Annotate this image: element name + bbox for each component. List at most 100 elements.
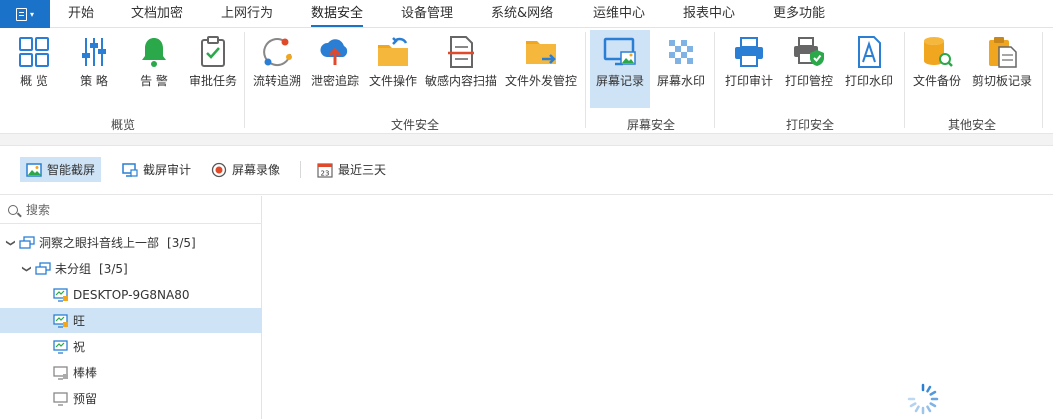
sliders-icon (82, 38, 106, 66)
tool-label: 屏幕水印 (656, 74, 705, 88)
flow-trace-icon (263, 38, 292, 66)
print-watermark-icon (858, 36, 881, 68)
computer-online-locked-icon (53, 287, 68, 302)
group-divider (904, 32, 905, 128)
tree-computer-node[interactable]: 祝 (0, 334, 262, 359)
clipboard-icon (989, 37, 1017, 68)
group-label-print-security: 打印安全 (785, 118, 834, 132)
tool-label: 泄密追踪 (310, 74, 359, 88)
tool-label: 文件外发管控 (504, 74, 577, 88)
chevron-down-icon[interactable]: ❯ (21, 263, 31, 275)
tool-file-operations[interactable]: 文件操作 (364, 30, 422, 108)
group-divider (714, 32, 715, 128)
menu-device-management[interactable]: 设备管理 (401, 0, 453, 28)
calendar-day: 23 (321, 169, 330, 177)
menu-more-features[interactable]: 更多功能 (773, 0, 825, 28)
tool-label: 策 略 (80, 74, 108, 88)
search-input[interactable] (26, 200, 251, 220)
tool-label: 文件备份 (912, 74, 961, 88)
menu-doc-encryption[interactable]: 文档加密 (131, 0, 183, 28)
screenshot-audit-button[interactable]: 截屏审计 (116, 157, 197, 182)
tool-sensitive-content-scan[interactable]: 敏感内容扫描 (422, 30, 500, 108)
document-scan-icon (448, 36, 474, 68)
tool-clipboard-record[interactable]: 剪切板记录 (968, 30, 1036, 108)
tool-label: 屏幕记录 (595, 74, 644, 88)
database-search-icon (924, 37, 953, 67)
group-label-other-security: 其他安全 (947, 118, 996, 132)
date-range-label: 最近三天 (338, 163, 387, 177)
tool-flow-trace[interactable]: 流转追溯 (248, 30, 306, 108)
loading-spinner-icon (907, 383, 939, 415)
screenshot-audit-label: 截屏审计 (143, 163, 192, 177)
calendar-icon: 23 (317, 162, 333, 178)
tool-label: 剪切板记录 (971, 74, 1032, 88)
tool-label: 流转追溯 (252, 74, 301, 88)
chevron-down-icon[interactable]: ❯ (5, 237, 15, 249)
computer-label: 祝 (73, 340, 86, 354)
tool-print-control[interactable]: 打印管控 (780, 30, 838, 108)
search-bar (0, 196, 262, 224)
tree-computer-node[interactable]: 旺 (0, 308, 262, 333)
menu-ops-center[interactable]: 运维中心 (593, 0, 645, 28)
folder-send-icon (526, 41, 556, 64)
menu-start[interactable]: 开始 (68, 0, 94, 28)
tool-print-watermark[interactable]: 打印水印 (840, 30, 898, 108)
tool-overview[interactable]: 概 览 (4, 30, 64, 108)
tree-root-label: 洞察之眼抖音线上一部 (39, 236, 160, 250)
image-icon (26, 162, 42, 177)
search-icon (8, 205, 18, 215)
tool-policy[interactable]: 策 略 (64, 30, 124, 108)
screen-recording-button[interactable]: 屏幕录像 (205, 157, 286, 182)
computer-label: 旺 (73, 314, 86, 328)
printer-icon (735, 37, 763, 67)
date-range-button[interactable]: 23 最近三天 (311, 157, 392, 182)
computer-offline-icon (53, 365, 68, 380)
tool-label: 打印审计 (724, 74, 773, 88)
tool-label: 审批任务 (188, 74, 237, 88)
group-label-screen-security: 屏幕安全 (626, 118, 675, 132)
menu-data-security[interactable]: 数据安全 (311, 0, 364, 28)
tree-computer-node[interactable]: 预留 (0, 386, 262, 411)
computer-offline-icon (53, 391, 68, 406)
tool-screen-record[interactable]: 屏幕记录 (590, 30, 650, 108)
tree-root-count: [3/5] (167, 235, 196, 250)
network-group-icon (35, 261, 51, 275)
tool-label: 敏感内容扫描 (424, 74, 497, 88)
tree-group-node[interactable]: ❯ 未分组 [3/5] (0, 256, 262, 281)
smart-screenshot-label: 智能截屏 (47, 163, 96, 177)
toolbar-divider (300, 161, 301, 178)
tool-leak-tracking[interactable]: 泄密追踪 (306, 30, 364, 108)
group-divider (244, 32, 245, 128)
tool-label: 文件操作 (368, 74, 417, 88)
tool-label: 告 警 (140, 74, 168, 88)
tree-group-label: 未分组 (55, 262, 92, 276)
tool-print-audit[interactable]: 打印审计 (720, 30, 778, 108)
bell-icon (142, 38, 166, 67)
menu-system-network[interactable]: 系统&网络 (491, 0, 553, 28)
tree-root-node[interactable]: ❯ 洞察之眼抖音线上一部 [3/5] (0, 230, 262, 255)
tool-alert[interactable]: 告 警 (124, 30, 184, 108)
tree-computer-node[interactable]: 棒棒 (0, 360, 262, 385)
group-divider (585, 32, 586, 128)
tree-group-count: [3/5] (99, 261, 128, 276)
ribbon-bottom-strip (0, 134, 1053, 146)
grid-icon (19, 37, 49, 67)
tree-computer-node[interactable]: DESKTOP-9G8NA80 (0, 282, 262, 307)
tool-screen-watermark[interactable]: 屏幕水印 (652, 30, 710, 108)
ribbon: 概 览 策 略 告 警 审批任务 概览 流转追溯 泄密追踪 文件操作 敏感内容扫… (0, 28, 1053, 134)
app-menu-button[interactable]: ▾ (0, 0, 50, 28)
menu-bar: ▾ 开始 文档加密 上网行为 数据安全 设备管理 系统&网络 运维中心 报表中心… (0, 0, 1053, 28)
folder-refresh-icon (378, 37, 408, 66)
group-label-file-security: 文件安全 (390, 118, 439, 132)
tool-approval-tasks[interactable]: 审批任务 (184, 30, 242, 108)
computer-label: 预留 (73, 392, 98, 406)
watermark-icon (669, 40, 693, 64)
tool-file-backup[interactable]: 文件备份 (908, 30, 966, 108)
tool-file-outbound-control[interactable]: 文件外发管控 (502, 30, 580, 108)
smart-screenshot-button[interactable]: 智能截屏 (20, 157, 102, 182)
menu-internet-behavior[interactable]: 上网行为 (221, 0, 273, 28)
computer-label: DESKTOP-9G8NA80 (73, 287, 190, 302)
menu-report-center[interactable]: 报表中心 (683, 0, 735, 28)
computer-online-locked-icon (53, 313, 68, 328)
screen-audit-icon (122, 162, 138, 177)
